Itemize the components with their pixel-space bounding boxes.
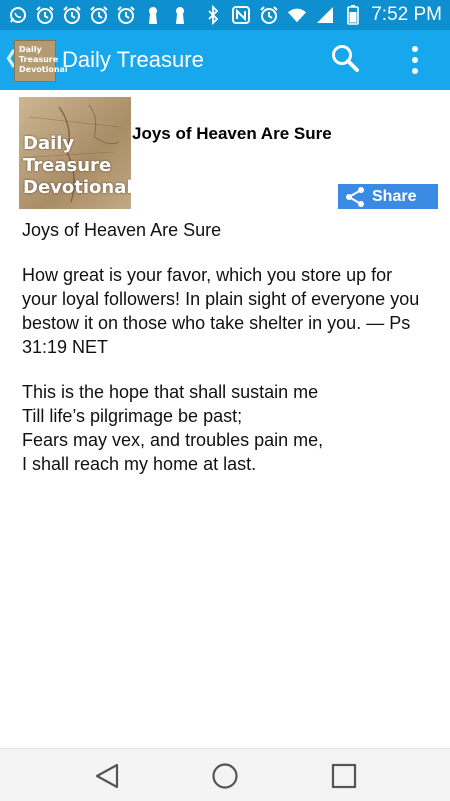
- nav-bar: [0, 748, 450, 801]
- app-logo[interactable]: Daily Treasure Devotional: [14, 40, 68, 82]
- back-triangle-icon: [95, 763, 119, 789]
- entry-title: Joys of Heaven Are Sure: [132, 124, 332, 143]
- thumbnail-line-3: Devotional: [23, 177, 131, 198]
- overflow-menu-button[interactable]: [402, 43, 428, 77]
- content-heading: Joys of Heaven Are Sure: [22, 220, 222, 240]
- search-button[interactable]: [330, 43, 360, 73]
- share-icon: [338, 186, 372, 208]
- keyhole-icon: [143, 5, 163, 25]
- poem-line: Fears may vex, and troubles pain me,: [22, 430, 324, 450]
- app-logo-text: Daily Treasure Devotional: [19, 45, 68, 74]
- share-button[interactable]: Share: [338, 184, 438, 209]
- recents-square-icon: [331, 763, 357, 789]
- poem-line: I shall reach my home at last.: [22, 454, 257, 474]
- bluetooth-icon: [203, 5, 223, 25]
- search-icon: [332, 45, 359, 72]
- battery-icon: [343, 5, 363, 25]
- signal-icon: [315, 5, 335, 25]
- thumbnail-line-1: Daily: [23, 133, 75, 154]
- alarm-icon: [259, 5, 279, 25]
- poem-line: Till life’s pilgrimage be past;: [22, 406, 243, 426]
- devotional-content: Joys of Heaven Are Sure How great is you…: [22, 218, 432, 476]
- share-label: Share: [372, 187, 417, 205]
- nav-recents-button[interactable]: [327, 759, 361, 793]
- status-bar: 7:52 PM: [0, 0, 450, 30]
- status-time: 7:52 PM: [371, 4, 442, 25]
- nav-back-button[interactable]: [90, 759, 124, 793]
- whatsapp-icon: [8, 5, 28, 25]
- alarm-icon: [35, 5, 55, 25]
- alarm-icon: [116, 5, 136, 25]
- devotional-thumbnail: Daily Treasure Devotional: [19, 97, 131, 209]
- scripture-verse: How great is your favor, which you store…: [22, 265, 420, 357]
- thumbnail-line-2: Treasure: [23, 155, 112, 176]
- alarm-icon: [89, 5, 109, 25]
- wifi-icon: [287, 5, 307, 25]
- keyhole-icon: [170, 5, 190, 25]
- nav-home-button[interactable]: [208, 759, 242, 793]
- nfc-icon: [231, 5, 251, 25]
- home-circle-icon: [212, 763, 238, 789]
- poem-line: This is the hope that shall sustain me: [22, 382, 319, 402]
- app-title: Daily Treasure: [62, 47, 204, 72]
- more-vert-icon: [412, 46, 418, 74]
- alarm-icon: [62, 5, 82, 25]
